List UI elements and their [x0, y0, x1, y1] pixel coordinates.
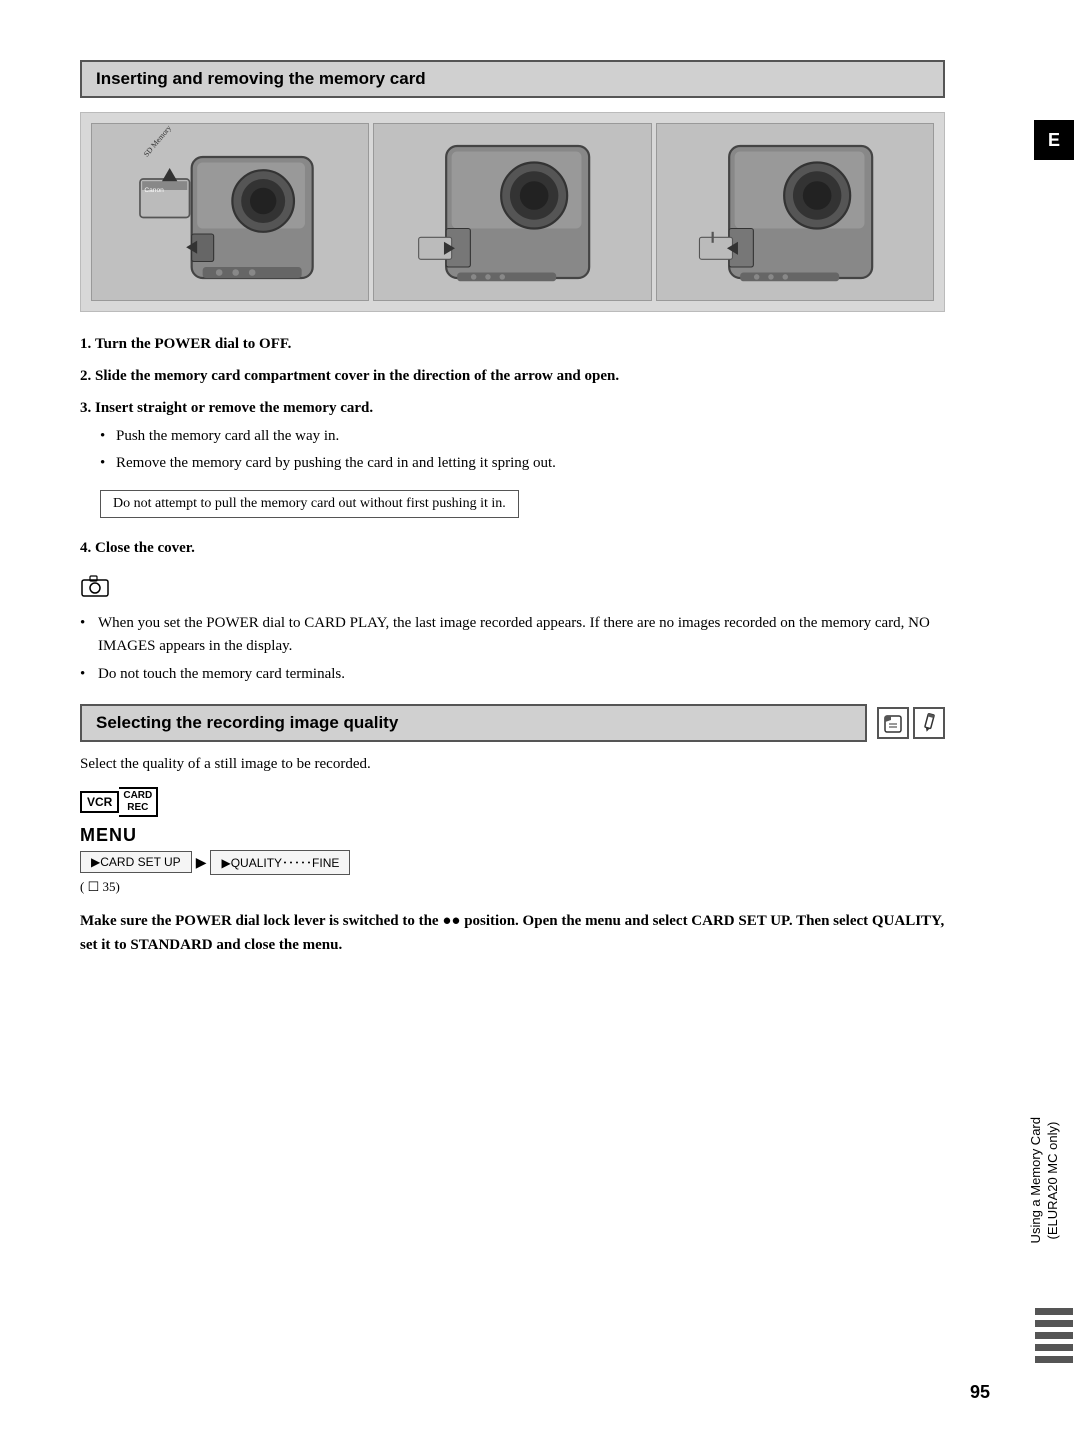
steps-container: 1. Turn the POWER dial to OFF. 2. Slide …	[80, 332, 945, 560]
bullet-push-in: Push the memory card all the way in.	[100, 425, 945, 448]
camera-small-icon	[80, 574, 945, 604]
menu-nav-item-1: ▶CARD SET UP	[80, 851, 192, 873]
page-container: Inserting and removing the memory card S…	[0, 0, 1080, 1443]
sidebar-lines	[1035, 1308, 1073, 1363]
camera-image-3	[656, 123, 934, 301]
tab-e: E	[1034, 120, 1074, 160]
step-3-header: 3. Insert straight or remove the memory …	[80, 396, 945, 420]
camera-image-2	[373, 123, 651, 301]
menu-nav-arrow: ▶	[192, 854, 211, 871]
step-3-bullets: Push the memory card all the way in. Rem…	[100, 425, 945, 474]
sidebar-line-1	[1035, 1308, 1073, 1315]
sidebar-line-3	[1035, 1332, 1073, 1339]
step-1: 1. Turn the POWER dial to OFF.	[80, 332, 945, 356]
svg-text:Canon: Canon	[144, 187, 164, 194]
pencil-icon	[913, 707, 945, 739]
warning-box: Do not attempt to pull the memory card o…	[100, 490, 519, 518]
menu-nav-item-2: ▶QUALITY･････FINE	[210, 850, 350, 875]
card-icon	[877, 707, 909, 739]
note-1: When you set the POWER dial to CARD PLAY…	[80, 612, 945, 657]
step-4: 4. Close the cover.	[80, 536, 945, 560]
vcr-box: VCR	[80, 791, 119, 813]
select-text: Select the quality of a still image to b…	[80, 756, 945, 773]
step-2: 2. Slide the memory card compartment cov…	[80, 364, 945, 388]
svg-text:SD Memory: SD Memory	[142, 124, 174, 159]
camera-image-1: SD Memory Canon	[91, 123, 369, 301]
menu-nav-row: ▶CARD SET UP ▶ ▶QUALITY･････FINE	[80, 850, 945, 875]
menu-label: MENU	[80, 825, 945, 846]
final-note: Make sure the POWER dial lock lever is s…	[80, 909, 945, 957]
mode-indicator: VCR CARD REC	[80, 787, 945, 817]
sidebar-line-4	[1035, 1344, 1073, 1351]
note-2: Do not touch the memory card terminals.	[80, 663, 945, 686]
bullet-remove: Remove the memory card by pushing the ca…	[100, 452, 945, 475]
page-ref: ( ☐ 35)	[80, 879, 945, 895]
section2-header: Selecting the recording image quality	[80, 704, 867, 742]
notes-section: When you set the POWER dial to CARD PLAY…	[80, 574, 945, 686]
camera-illustration-strip: SD Memory Canon	[80, 112, 945, 312]
section2-container: Selecting the recording image quality	[80, 704, 945, 957]
sidebar-tab: E Using a Memory Card (ELURA20 MC only)	[1028, 0, 1080, 1443]
sidebar-line-2	[1035, 1320, 1073, 1327]
sidebar-text: Using a Memory Card (ELURA20 MC only)	[1028, 1117, 1080, 1243]
sidebar-line-5	[1035, 1356, 1073, 1363]
notes-list: When you set the POWER dial to CARD PLAY…	[80, 612, 945, 686]
section1-header: Inserting and removing the memory card	[80, 60, 945, 98]
page-number: 95	[970, 1382, 990, 1403]
card-rec-box: CARD REC	[119, 787, 158, 817]
content-area: Inserting and removing the memory card S…	[80, 60, 945, 957]
section2-icons	[877, 707, 945, 739]
section2-header-row: Selecting the recording image quality	[80, 704, 945, 742]
